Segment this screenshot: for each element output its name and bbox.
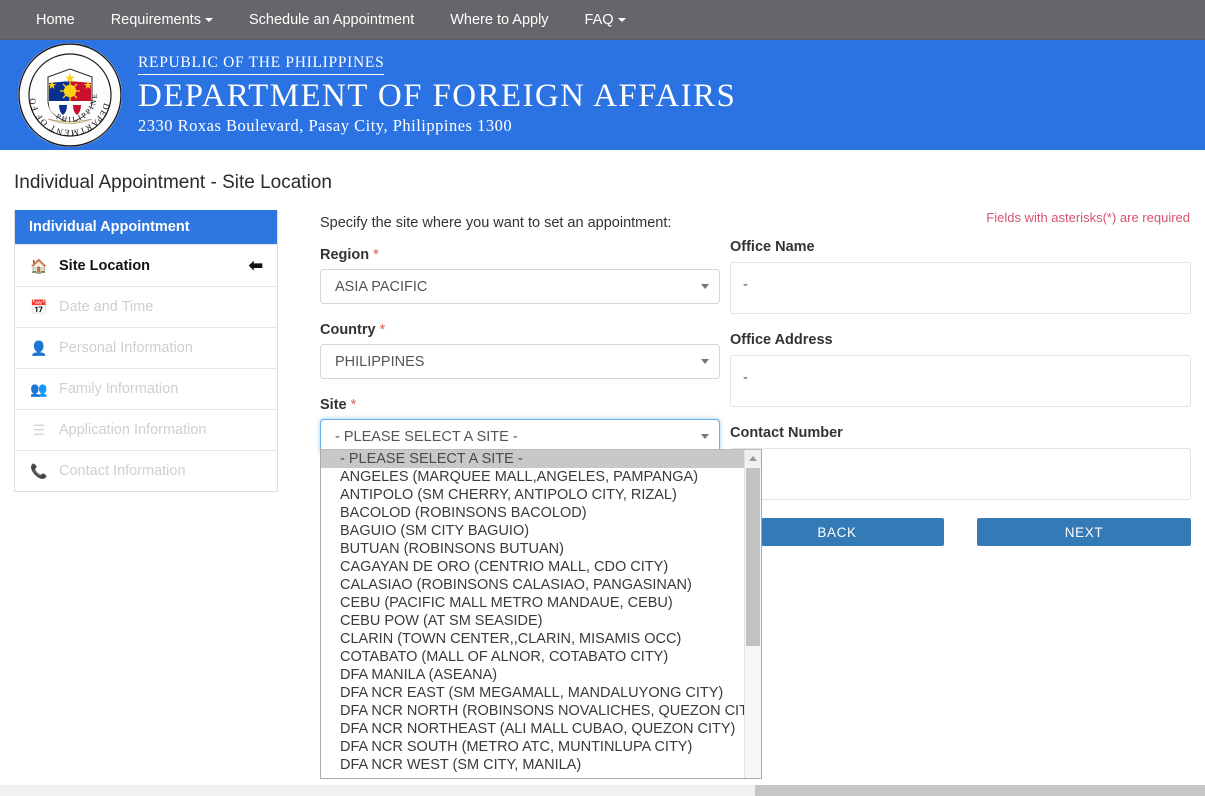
home-icon: 🏠 (30, 257, 48, 274)
chevron-down-icon (701, 359, 709, 364)
office-address-label: Office Address (730, 332, 833, 348)
office-details-panel: Fields with asterisks(*) are required Of… (720, 210, 1191, 546)
nav-item-requirements[interactable]: Requirements (93, 0, 231, 40)
nav-item-faq[interactable]: FAQ (567, 0, 644, 40)
nav-item-where-to-apply-label: Where to Apply (450, 12, 549, 28)
nav-item-faq-label: FAQ (584, 12, 614, 28)
banner-republic-line: Republic of the Philippines (138, 54, 385, 75)
sidebar-item-personal-information-label: Personal Information (59, 340, 193, 356)
chevron-down-icon (204, 18, 213, 23)
site-option[interactable]: COTABATO (MALL OF ALNOR, COTABATO CITY) (321, 648, 744, 666)
appointment-steps-sidebar: Individual Appointment 🏠 Site Location ⬅… (14, 210, 278, 492)
chevron-down-icon (701, 434, 709, 439)
site-banner: DEPARTMENT OF FOREIGN AFFAIRS PHILIPPINE… (0, 40, 1205, 150)
site-label: Site * (320, 397, 720, 413)
nav-item-where-to-apply[interactable]: Where to Apply (432, 0, 566, 40)
site-option[interactable]: DFA MANILA (ASEANA) (321, 666, 744, 684)
form-actions: BACK NEXT (730, 518, 1191, 546)
back-button[interactable]: BACK (730, 518, 944, 546)
country-label-text: Country (320, 322, 376, 338)
nav-item-home[interactable]: Home (18, 0, 93, 40)
sidebar-item-site-location[interactable]: 🏠 Site Location ⬅ (15, 244, 277, 286)
region-select[interactable]: ASIA PACIFIC (320, 269, 720, 304)
next-button[interactable]: NEXT (977, 518, 1191, 546)
sidebar-item-contact-information-label: Contact Information (59, 463, 186, 479)
office-name-label: Office Name (730, 239, 815, 255)
list-icon: ☰ (32, 422, 46, 438)
arrow-left-icon: ⬅ (248, 256, 263, 275)
sidebar-item-application-information: ☰ Application Information (15, 409, 277, 450)
banner-address-line: 2330 Roxas Boulevard, Pasay City, Philip… (138, 116, 513, 135)
region-label-text: Region (320, 247, 370, 263)
sidebar-item-date-and-time-label: Date and Time (59, 299, 154, 315)
phone-icon: 📞 (30, 463, 48, 479)
site-option[interactable]: CEBU (PACIFIC MALL METRO MANDAUE, CEBU) (321, 594, 744, 612)
site-required-asterisk: * (350, 397, 357, 413)
required-fields-note: Fields with asterisks(*) are required (986, 210, 1190, 225)
nav-item-schedule-an-appointment[interactable]: Schedule an Appointment (231, 0, 432, 40)
form-intro-text: Specify the site where you want to set a… (320, 215, 672, 231)
sidebar-item-personal-information: 👤 Personal Information (15, 327, 277, 368)
site-location-form: Specify the site where you want to set a… (278, 210, 762, 779)
site-option[interactable]: DFA NCR WEST (SM CITY, MANILA) (321, 756, 744, 774)
site-option[interactable]: CAGAYAN DE ORO (CENTRIO MALL, CDO CITY) (321, 558, 744, 576)
page-title: Individual Appointment - Site Location (14, 172, 332, 193)
nav-item-home-label: Home (36, 12, 75, 28)
region-select-value: ASIA PACIFIC (335, 278, 428, 295)
site-label-text: Site (320, 397, 347, 413)
office-address-value: - (730, 355, 1191, 407)
sidebar-item-family-information-label: Family Information (59, 381, 179, 397)
country-required-asterisk: * (379, 322, 386, 338)
site-dropdown-scrollbar[interactable] (744, 450, 761, 778)
sidebar-item-family-information: 👥 Family Information (15, 368, 277, 409)
site-option[interactable]: DFA NCR NORTH (ROBINSONS NOVALICHES, QUE… (321, 702, 744, 720)
horizontal-scrollbar-thumb[interactable] (755, 785, 1205, 796)
calendar-icon: 📅 (30, 299, 48, 315)
site-option-list[interactable]: - PLEASE SELECT A SITE - ANGELES (MARQUEE… (321, 450, 744, 778)
sidebar-item-contact-information: 📞 Contact Information (15, 450, 277, 491)
chevron-down-icon (701, 284, 709, 289)
site-option[interactable]: BAGUIO (SM CITY BAGUIO) (321, 522, 744, 540)
region-label: Region * (320, 247, 720, 263)
site-option[interactable]: ANTIPOLO (SM CHERRY, ANTIPOLO CITY, RIZA… (321, 486, 744, 504)
page-content: Individual Appointment 🏠 Site Location ⬅… (0, 194, 1205, 779)
contact-number-label: Contact Number (730, 425, 843, 441)
site-select-value: - PLEASE SELECT A SITE - (335, 428, 518, 445)
user-icon: 👤 (30, 340, 48, 356)
nav-item-requirements-label: Requirements (110, 12, 201, 28)
sidebar-item-application-information-label: Application Information (59, 422, 207, 438)
site-option[interactable]: DFA NCR SOUTH (METRO ATC, MUNTINLUPA CIT… (321, 738, 744, 756)
dfa-seal-icon: DEPARTMENT OF FOREIGN AFFAIRS PHILIPPINE… (14, 40, 122, 147)
site-option[interactable]: BACOLOD (ROBINSONS BACOLOD) (321, 504, 744, 522)
country-label: Country * (320, 322, 720, 338)
site-select-dropdown[interactable]: - PLEASE SELECT A SITE - ANGELES (MARQUEE… (320, 449, 762, 779)
banner-department-line: DEPARTMENT OF FOREIGN AFFAIRS (138, 78, 737, 114)
office-name-value: - (730, 262, 1191, 314)
site-option[interactable]: - PLEASE SELECT A SITE - (321, 450, 744, 468)
sidebar-item-date-and-time: 📅 Date and Time (15, 286, 277, 327)
country-select[interactable]: PHILIPPINES (320, 344, 720, 379)
site-option[interactable]: DFA NCR EAST (SM MEGAMALL, MANDALUYONG C… (321, 684, 744, 702)
sidebar-item-site-location-label: Site Location (59, 257, 151, 274)
family-icon: 👥 (30, 381, 48, 397)
site-option[interactable]: BUTUAN (ROBINSONS BUTUAN) (321, 540, 744, 558)
region-required-asterisk: * (373, 247, 379, 263)
chevron-down-icon (617, 18, 626, 23)
scroll-up-arrow-icon[interactable] (745, 450, 761, 467)
site-option[interactable]: CEBU POW (AT SM SEASIDE) (321, 612, 744, 630)
horizontal-scrollbar[interactable] (0, 785, 1205, 796)
sidebar-header: Individual Appointment (15, 210, 277, 244)
top-navigation-bar: Home Requirements Schedule an Appointmen… (0, 0, 1205, 40)
site-option[interactable]: ANGELES (MARQUEE MALL,ANGELES, PAMPANGA) (321, 468, 744, 486)
site-option[interactable]: DFA NCR NORTHEAST (ALI MALL CUBAO, QUEZO… (321, 720, 744, 738)
contact-number-value: - (730, 448, 1191, 500)
site-option[interactable]: CLARIN (TOWN CENTER,,CLARIN, MISAMIS OCC… (321, 630, 744, 648)
nav-item-schedule-label: Schedule an Appointment (248, 12, 415, 28)
country-select-value: PHILIPPINES (335, 353, 425, 370)
site-option[interactable]: CALASIAO (ROBINSONS CALASIAO, PANGASINAN… (321, 576, 744, 594)
banner-text-block: Republic of the Philippines DEPARTMENT O… (138, 54, 736, 136)
scrollbar-thumb[interactable] (746, 468, 760, 646)
